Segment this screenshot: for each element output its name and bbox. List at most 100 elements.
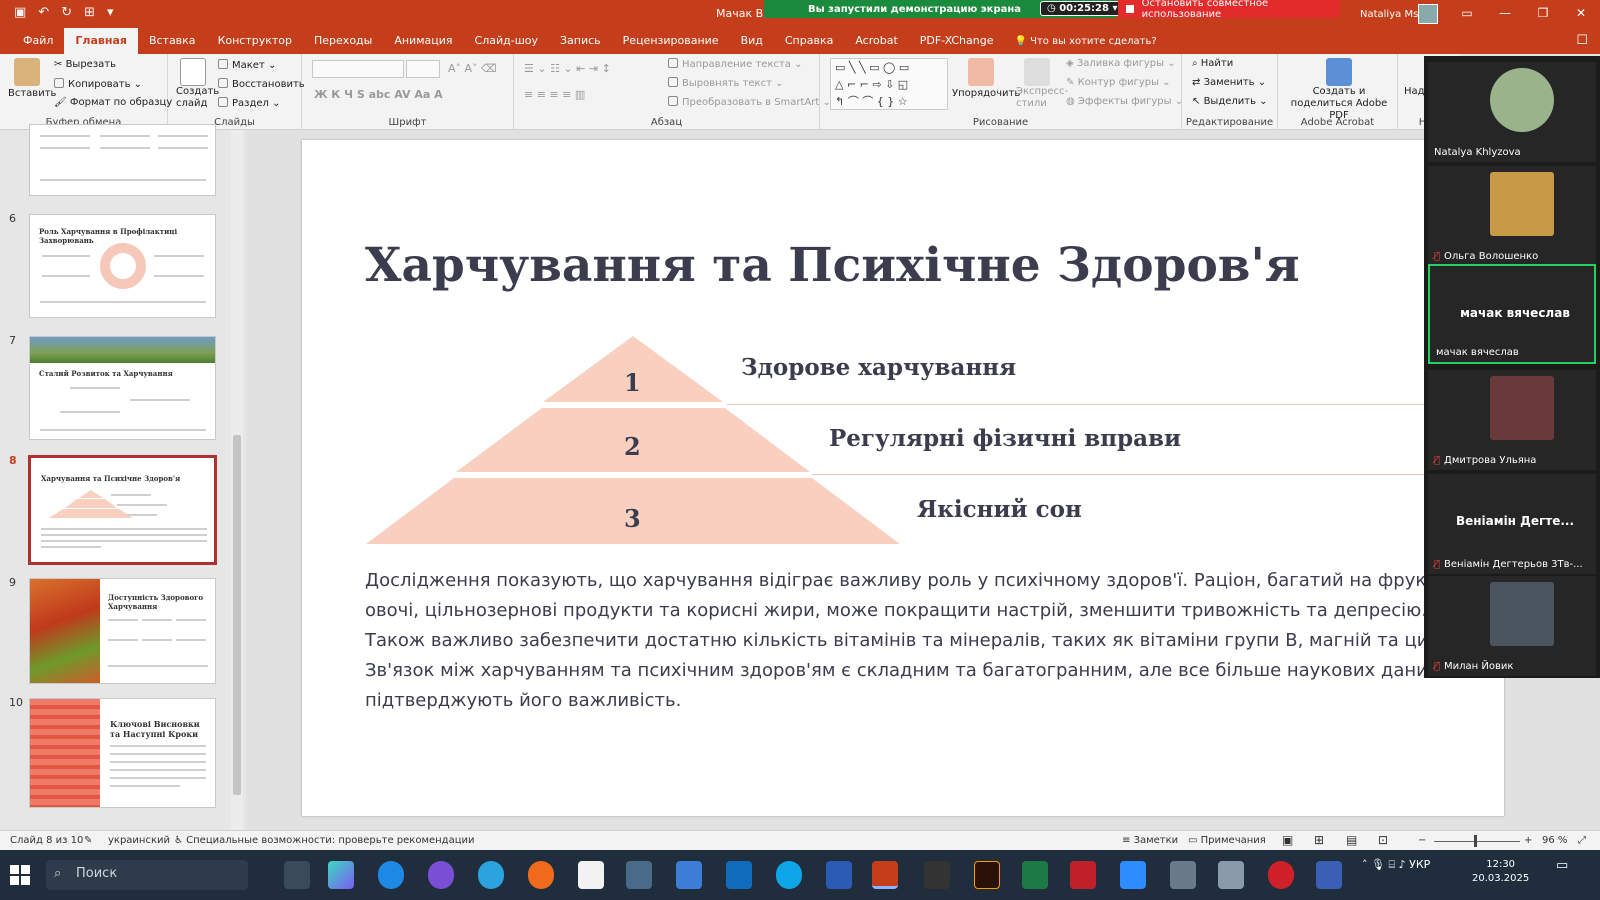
accessibility-checker[interactable]: ♿ Специальные возможности: проверьте рек… [174,835,475,846]
paste-icon[interactable] [14,58,40,86]
slideshow-icon[interactable]: ⊡ [1378,833,1388,847]
tab-view[interactable]: Вид [730,28,774,54]
language-switch[interactable]: УКР [1409,858,1430,871]
tab-pdf-xchange[interactable]: PDF-XChange [909,28,1005,54]
slide-counter[interactable]: Слайд 8 из 10 [10,835,83,846]
notifications-icon[interactable]: ▭ [1556,858,1568,873]
shape-effects-button[interactable]: ◍ Эффекты фигуры ⌄ [1066,96,1183,107]
format-painter-button[interactable]: 🖌 Формат по образцу [54,97,172,108]
volume-icon[interactable]: ♪ [1399,858,1406,871]
participant-tile-active-speaker[interactable]: мачак вячеслав мачак вячеслав [1428,264,1596,364]
maximize-icon[interactable]: ❐ [1524,0,1562,26]
language-indicator[interactable]: украинский [108,835,170,846]
arrange-button[interactable]: Упорядочить [952,88,1020,99]
zoom-in-icon[interactable]: + [1524,835,1532,846]
copilot-icon[interactable] [328,861,354,889]
tab-review[interactable]: Рецензирование [612,28,730,54]
slide-thumbnail-10[interactable]: Ключові Висновки та Наступні Кроки [29,698,216,808]
spellcheck-icon[interactable]: ✎ [84,835,92,846]
network-icon[interactable]: ⌸ [1388,858,1395,871]
edge-icon[interactable] [378,861,404,889]
powerpoint-icon[interactable] [872,861,898,889]
tab-acrobat[interactable]: Acrobat [844,28,908,54]
copy-button[interactable]: Копировать ⌄ [54,78,142,90]
participant-tile[interactable]: Веніамін Дегте... 🎙̸ Веніамін Дегтерьов 3… [1428,474,1596,574]
account-name[interactable]: Nataliya Ms [1360,9,1418,20]
comments-icon[interactable]: ☐ [1576,33,1588,48]
align-buttons[interactable]: ≡ ≡ ≡ ≡ ▥ [524,88,585,101]
tab-file[interactable]: Файл [12,28,64,54]
select-button[interactable]: ↖ Выделить ⌄ [1192,96,1268,107]
save-icon[interactable]: ▣ [14,5,26,20]
quick-styles-icon[interactable] [1024,58,1050,86]
comments-button[interactable]: ▭ Примечания [1188,835,1266,846]
windows-start-icon[interactable] [10,865,30,885]
slide-thumbnail-7[interactable]: Сталий Розвиток та Харчування [29,336,216,440]
zoom-app-icon[interactable] [1120,861,1146,889]
microphone-icon[interactable]: 🎙 [1371,858,1385,871]
pyramid-diagram[interactable] [302,140,1504,560]
slide-thumbnail-9[interactable]: Доступність Здорового Харчування [29,578,216,684]
system-tray[interactable]: ˄ 🎙 ⌸ ♪ УКР [1362,858,1430,872]
list-buttons[interactable]: ☰ ⌄ ☷ ⌄ ⇤ ⇥ ↕ [524,62,611,75]
zoom-out-icon[interactable]: − [1418,835,1426,846]
taskbar-search[interactable]: ⌕ Поиск [46,860,248,890]
find-button[interactable]: ⌕ Найти [1192,58,1233,69]
scrollbar-thumb[interactable] [233,435,241,795]
calendar-icon[interactable] [676,861,702,889]
fit-to-window-icon[interactable]: ⤢ [1578,835,1586,846]
account-avatar[interactable] [1418,4,1438,24]
tab-animations[interactable]: Анимация [383,28,463,54]
stop-share-button[interactable]: Остановить совместное использование [1118,0,1340,20]
tab-record[interactable]: Запись [549,28,612,54]
adobe-pdf-icon[interactable] [1326,58,1352,86]
taskbar-clock[interactable]: 12:30 20.03.2025 [1472,858,1529,886]
text-direction-button[interactable]: Направление текста ⌄ [668,58,803,70]
slide-thumbnail-8[interactable]: Харчування та Психічне Здоров'я [28,455,217,565]
shape-outline-button[interactable]: ✎ Контур фигуры ⌄ [1066,77,1171,88]
slide-body-text[interactable]: Дослідження показують, що харчування від… [365,566,1485,716]
quick-styles-button[interactable]: Экспресс-стили [1016,86,1068,110]
tab-help[interactable]: Справка [774,28,844,54]
slide-8[interactable]: Харчування та Психічне Здоров'я 1 2 3 Зд… [302,140,1504,816]
new-slide-button[interactable]: Создать слайд [176,86,219,110]
tab-design[interactable]: Конструктор [207,28,303,54]
font-family-select[interactable] [312,60,404,78]
viber-icon[interactable] [428,861,454,889]
participant-tile[interactable]: 🎙̸ Милан Йовик [1428,576,1596,676]
app-icon[interactable] [924,861,950,889]
tab-slideshow[interactable]: Слайд-шоу [464,28,549,54]
chevron-up-icon[interactable]: ˄ [1362,858,1371,871]
slide-thumbnail-5[interactable] [29,124,216,196]
pyramid-level-2-label[interactable]: Регулярні фізичні вправи [829,425,1181,452]
tab-insert[interactable]: Вставка [138,28,207,54]
font-size-select[interactable] [406,60,440,78]
shape-fill-button[interactable]: ◈ Заливка фигуры ⌄ [1066,58,1176,69]
notes-button[interactable]: ≡ Заметки [1122,835,1178,846]
close-icon[interactable]: ✕ [1562,0,1600,26]
notepad-icon[interactable] [578,861,604,889]
participant-tile[interactable]: 🎙̸ Дмитрова Ульяна [1428,370,1596,470]
app-icon[interactable] [1170,861,1196,889]
outlook-icon[interactable] [726,861,752,889]
zoom-level[interactable]: 96 % [1542,835,1567,846]
section-button[interactable]: Раздел ⌄ [218,97,281,109]
paste-button[interactable]: Вставить [8,88,56,99]
tab-home[interactable]: Главная [64,28,138,54]
customize-qat-icon[interactable]: ▾ [107,5,114,20]
app-icon[interactable] [1218,861,1244,889]
normal-view-icon[interactable]: ▣ [1282,833,1293,847]
present-icon[interactable]: ⊞ [84,5,95,20]
app-red-icon[interactable] [1070,861,1096,889]
skype-icon[interactable] [776,861,802,889]
reset-button[interactable]: Восстановить [218,78,305,90]
zoom-slider-handle[interactable] [1474,835,1477,847]
ribbon-display-icon[interactable]: ▭ [1448,0,1486,26]
align-text-button[interactable]: Выровнять текст ⌄ [668,77,783,89]
layout-button[interactable]: Макет ⌄ [218,59,276,71]
smartart-button[interactable]: Преобразовать в SmartArt ⌄ [668,96,831,108]
cut-button[interactable]: ✂ Вырезать [54,59,116,70]
tab-transitions[interactable]: Переходы [303,28,383,54]
excel-icon[interactable] [1022,861,1048,889]
task-view-icon[interactable] [284,861,310,889]
